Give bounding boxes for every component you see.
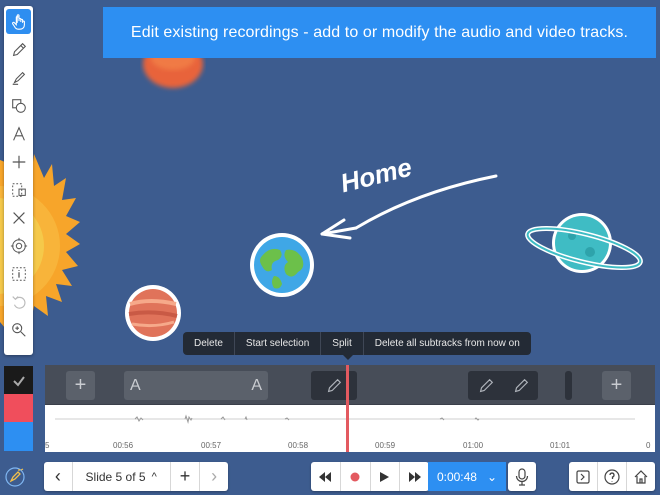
tick-label: 00:56	[113, 441, 134, 450]
tick-label: 00:58	[288, 441, 309, 450]
play-icon	[380, 471, 390, 482]
caret-down-icon: ⌄	[486, 469, 498, 484]
tick-label: 00:57	[201, 441, 222, 450]
record-button[interactable]	[341, 462, 371, 491]
add-subtrack-left-button[interactable]: +	[66, 371, 95, 400]
timeline-ruler: 5 00:56 00:57 00:58 00:59 01:00 01:01 0	[45, 435, 655, 452]
microphone-button[interactable]	[508, 462, 536, 491]
context-menu-pointer	[343, 355, 353, 360]
menu-item-split[interactable]: Split	[321, 332, 364, 355]
mars-illustration	[125, 285, 181, 341]
previous-slide-button[interactable]: ‹	[44, 462, 73, 491]
playhead[interactable]	[346, 365, 349, 452]
record-icon	[350, 472, 360, 481]
time-value: 0:00:48	[436, 469, 477, 484]
caret-up-icon: ^	[151, 470, 157, 483]
hand-pointer-icon[interactable]	[6, 9, 31, 34]
menu-item-delete[interactable]: Delete	[183, 332, 235, 355]
subtrack-segment-small[interactable]	[565, 371, 572, 400]
color-swatch-blue[interactable]	[4, 422, 33, 451]
fast-forward-button[interactable]	[400, 462, 429, 491]
waveform-graphic	[55, 414, 635, 424]
add-slide-button[interactable]: +	[171, 462, 201, 491]
pencil-icon	[327, 378, 342, 392]
banner-text: Edit existing recordings - add to or mod…	[130, 23, 629, 41]
help-button[interactable]	[598, 462, 628, 491]
pencil-icon	[514, 378, 528, 392]
color-swatch-red[interactable]	[4, 394, 33, 423]
home-button[interactable]	[627, 462, 655, 491]
next-slide-button[interactable]: ›	[200, 462, 228, 491]
slide-label: Slide 5 of 5	[85, 469, 146, 484]
text-segment-start-icon: A	[130, 376, 141, 394]
earth-illustration	[250, 233, 314, 297]
add-subtrack-right-button[interactable]: +	[602, 371, 631, 400]
tick-label: 00:59	[375, 441, 396, 450]
highlighter-icon[interactable]	[6, 65, 31, 90]
magic-pen-icon	[5, 466, 25, 487]
fast-forward-icon	[408, 471, 421, 482]
color-swatch-black[interactable]	[4, 366, 33, 395]
laser-pointer-icon[interactable]	[6, 233, 31, 258]
pencil-icon[interactable]	[6, 37, 31, 62]
zoom-icon[interactable]	[6, 317, 31, 342]
microphone-icon	[515, 467, 529, 486]
add-icon[interactable]	[6, 149, 31, 174]
info-banner: Edit existing recordings - add to or mod…	[103, 7, 656, 58]
playback-controls	[311, 462, 429, 491]
text-icon[interactable]	[6, 121, 31, 146]
home-icon	[634, 469, 648, 484]
slide-navigator: ‹ Slide 5 of 5 ^ + ›	[44, 462, 228, 491]
pen-subtrack-segment[interactable]	[468, 371, 538, 400]
checkmark-icon	[12, 375, 25, 387]
shapes-icon[interactable]	[6, 93, 31, 118]
pen-subtrack-segment-current[interactable]	[311, 371, 357, 400]
recording-time-display[interactable]: 0:00:48 ⌄	[428, 462, 506, 491]
selection-icon[interactable]	[6, 177, 31, 202]
rewind-button[interactable]	[311, 462, 341, 491]
tick-label: 5	[45, 441, 50, 450]
text-subtrack-segment[interactable]: A A	[124, 371, 268, 400]
drawing-toolbar	[4, 6, 33, 355]
play-button[interactable]	[371, 462, 401, 491]
audio-waveform[interactable]	[45, 405, 655, 435]
timeline-context-menu: Delete Start selection Split Delete all …	[183, 332, 531, 355]
tick-label: 01:00	[463, 441, 484, 450]
help-icon	[604, 468, 620, 485]
menu-item-start-selection[interactable]: Start selection	[235, 332, 322, 355]
slide-selector[interactable]: Slide 5 of 5 ^	[73, 462, 171, 491]
ringed-planet-illustration	[525, 213, 643, 273]
tick-label: 0	[646, 441, 651, 450]
pencil-icon	[479, 378, 493, 392]
app-actions	[569, 462, 655, 491]
arrow-annotation	[320, 174, 498, 240]
export-icon	[576, 469, 590, 484]
text-segment-end-icon: A	[251, 376, 262, 394]
delete-x-icon[interactable]	[6, 205, 31, 230]
info-box-icon[interactable]	[6, 261, 31, 286]
rewind-icon	[319, 471, 332, 482]
undo-icon[interactable]	[6, 289, 31, 314]
tick-label: 01:01	[550, 441, 571, 450]
export-button[interactable]	[569, 462, 598, 491]
smart-pen-button[interactable]	[4, 462, 33, 491]
menu-item-delete-all-subtracks[interactable]: Delete all subtracks from now on	[364, 332, 531, 355]
